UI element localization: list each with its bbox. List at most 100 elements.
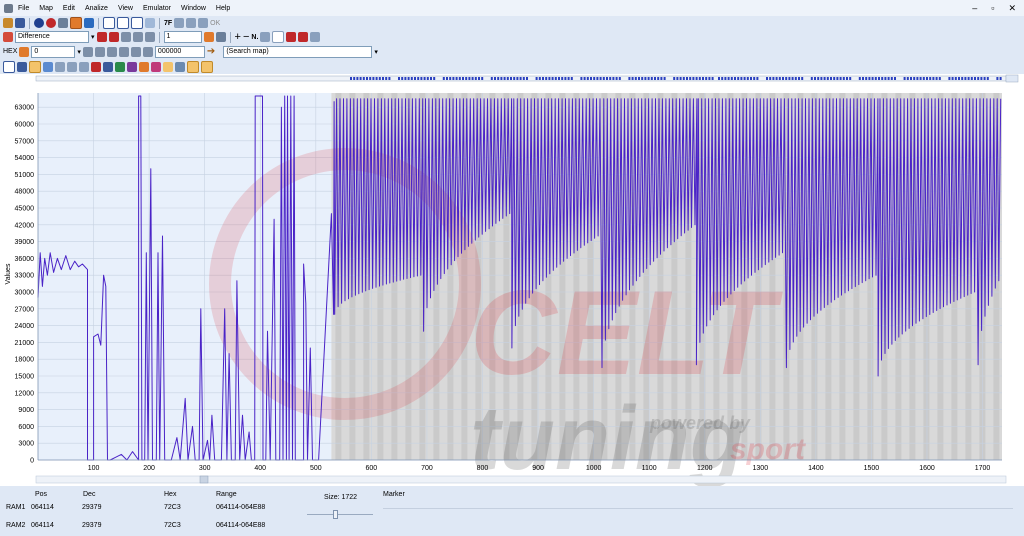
- close-button[interactable]: ✕: [1008, 3, 1016, 14]
- format-float-icon[interactable]: [118, 46, 129, 57]
- align-icon[interactable]: [260, 32, 271, 42]
- menu-window[interactable]: Window: [176, 5, 211, 12]
- signed-icon[interactable]: [130, 46, 141, 57]
- overview-scroll-button[interactable]: [1005, 74, 1019, 83]
- import-icon[interactable]: [298, 32, 309, 42]
- size-slider[interactable]: [307, 514, 373, 515]
- marker-blue-icon[interactable]: [103, 61, 113, 72]
- format-8bit-icon[interactable]: [82, 46, 93, 57]
- menu-bar: File Map Edit Analize View Emulator Wind…: [0, 0, 1024, 16]
- mode-select[interactable]: Difference: [15, 31, 89, 43]
- menu-emulator[interactable]: Emulator: [138, 5, 176, 12]
- percent-icon[interactable]: [144, 32, 155, 42]
- menu-analize[interactable]: Analize: [80, 5, 113, 12]
- minimize-button[interactable]: –: [972, 3, 977, 14]
- overview-marker: [407, 77, 410, 80]
- window-icon[interactable]: [103, 17, 115, 29]
- menu-file[interactable]: File: [13, 5, 34, 12]
- base-select[interactable]: 0: [31, 45, 76, 58]
- marker-green-icon[interactable]: [115, 61, 125, 72]
- horizontal-scrollbar[interactable]: [35, 475, 1007, 484]
- lock-icon[interactable]: [310, 32, 321, 42]
- paste-icon[interactable]: [79, 61, 89, 72]
- swap-icon[interactable]: [186, 18, 197, 28]
- cursor-icon[interactable]: [55, 61, 65, 72]
- overview-marker: [980, 77, 983, 80]
- overview-marker: [615, 77, 618, 80]
- record-icon[interactable]: [46, 18, 56, 28]
- normalize-button[interactable]: N.: [251, 34, 258, 41]
- scrollbar-thumb[interactable]: [199, 475, 209, 484]
- address-input[interactable]: 000000: [154, 45, 205, 58]
- export-icon[interactable]: [286, 32, 297, 42]
- minus-icon[interactable]: −: [243, 31, 249, 43]
- apply-icon[interactable]: [203, 32, 214, 42]
- line-chart-icon[interactable]: [43, 61, 53, 72]
- picture-icon[interactable]: [163, 61, 173, 72]
- overview-marker: [663, 77, 666, 80]
- chart-area[interactable]: CELT tuning powered by sport 0 3000 6000 9000 12…: [0, 74, 1024, 489]
- overview-marker: [970, 77, 973, 80]
- checksum-icon[interactable]: [58, 18, 68, 28]
- arrows-icon[interactable]: [174, 18, 185, 28]
- numbers-icon[interactable]: [198, 18, 209, 28]
- text-view-icon[interactable]: [17, 61, 27, 72]
- ram2-hex: 72C3: [164, 522, 181, 529]
- overview-marker: [756, 77, 759, 80]
- line-chart[interactable]: CELTtuningpowered bysport030006000900012…: [0, 74, 1024, 489]
- chevron-down-icon[interactable]: ▾: [91, 33, 95, 41]
- overview-marker: [564, 77, 567, 80]
- overview-marker: [356, 77, 359, 80]
- compare-icon[interactable]: [70, 17, 82, 29]
- save-icon[interactable]: [15, 18, 25, 28]
- tools-icon[interactable]: [215, 32, 226, 42]
- overview-marker: [679, 77, 682, 80]
- redo-icon[interactable]: [132, 32, 143, 42]
- marker-red-icon[interactable]: [91, 61, 101, 72]
- menu-help[interactable]: Help: [211, 5, 235, 12]
- undo-icon[interactable]: [120, 32, 131, 42]
- overview-marker: [814, 77, 816, 80]
- zoom-region-icon[interactable]: [187, 60, 199, 73]
- size-slider-thumb[interactable]: [333, 510, 338, 519]
- zoom-fit-icon[interactable]: [201, 60, 213, 73]
- paste-map-icon[interactable]: [108, 32, 119, 42]
- step-input[interactable]: 1: [163, 31, 202, 43]
- overview-marker: [817, 77, 820, 80]
- marker-pink-icon[interactable]: [151, 61, 161, 72]
- ok-button[interactable]: OK: [210, 20, 220, 27]
- copy-icon[interactable]: [67, 61, 77, 72]
- hex-grid-icon[interactable]: [3, 60, 15, 73]
- copy-map-icon[interactable]: [96, 32, 107, 42]
- menu-edit[interactable]: Edit: [58, 5, 80, 12]
- overview-marker: [977, 77, 980, 80]
- open-folder-icon[interactable]: [3, 18, 13, 28]
- stack-icon[interactable]: [84, 18, 94, 28]
- endian-icon[interactable]: [142, 46, 153, 57]
- marker-purple-icon[interactable]: [127, 61, 137, 72]
- document-icon[interactable]: [272, 31, 285, 43]
- search-map-input[interactable]: (Search map): [223, 45, 373, 58]
- main-toolbar: 7F OK: [0, 16, 1024, 30]
- restore-button[interactable]: ▫: [991, 3, 994, 14]
- marker-orange-icon[interactable]: [139, 61, 149, 72]
- chart-3d-icon[interactable]: [145, 18, 155, 28]
- go-arrow-icon[interactable]: ➔: [207, 46, 215, 57]
- overview-marker: [375, 77, 378, 80]
- chevron-down-icon[interactable]: ▾: [374, 48, 378, 56]
- hex-edit-button[interactable]: 7F: [164, 20, 172, 27]
- 2d-chart-icon[interactable]: [29, 60, 41, 73]
- chevron-down-icon[interactable]: ▾: [77, 48, 81, 56]
- format-32bit-icon[interactable]: [106, 46, 117, 57]
- x-tick-label: 1700: [975, 465, 991, 472]
- find-icon[interactable]: [175, 61, 185, 72]
- menu-map[interactable]: Map: [34, 5, 58, 12]
- table-icon[interactable]: [131, 17, 143, 29]
- plus-icon[interactable]: +: [235, 31, 241, 43]
- menu-view[interactable]: View: [113, 5, 138, 12]
- grid-icon[interactable]: [117, 17, 129, 29]
- view-mode-icon[interactable]: [19, 46, 30, 57]
- info-icon[interactable]: [34, 18, 44, 28]
- format-16bit-icon[interactable]: [94, 46, 105, 57]
- y-tick-label: 60000: [15, 121, 35, 128]
